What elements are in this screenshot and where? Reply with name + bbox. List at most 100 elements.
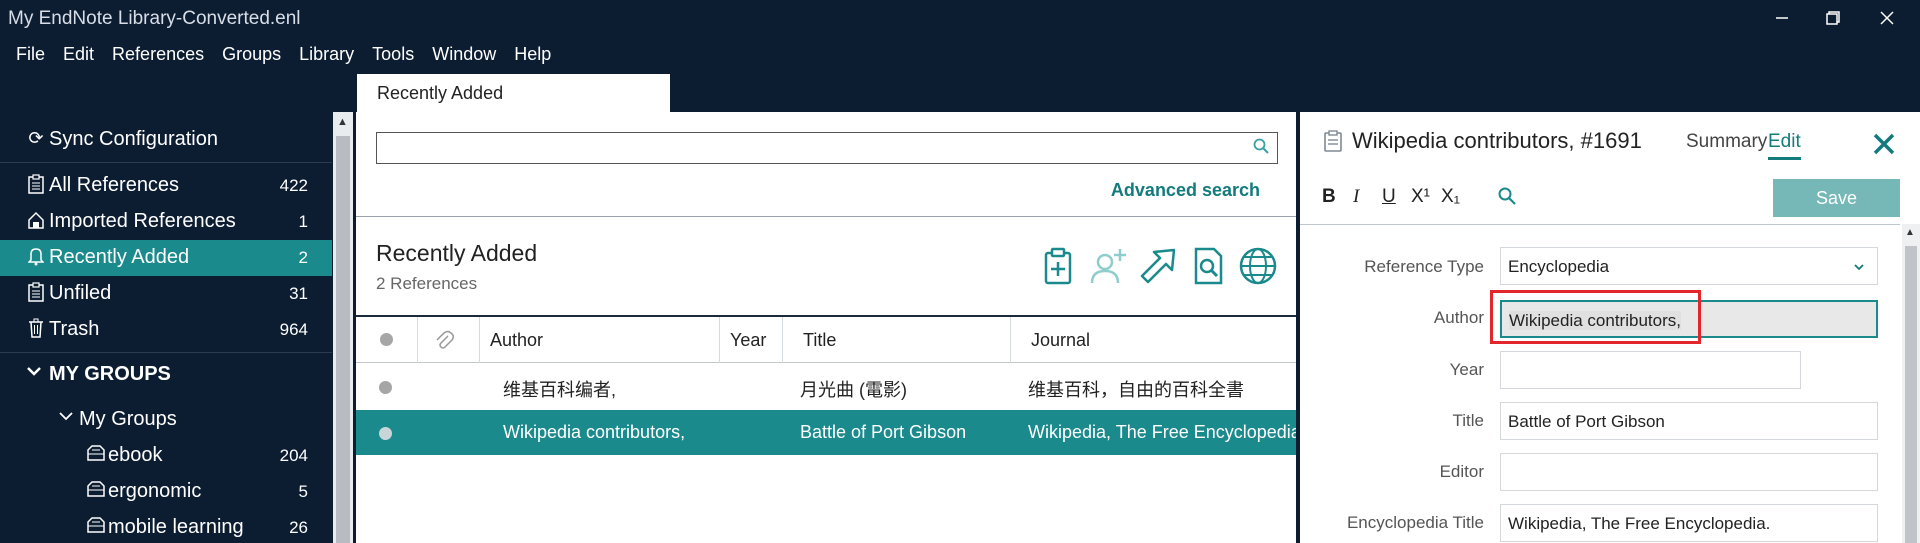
my-groups-header[interactable]: MY GROUPS xyxy=(0,357,332,393)
menu-bar: File Edit References Groups Library Tool… xyxy=(0,38,551,72)
minimize-icon xyxy=(1776,17,1788,19)
clipboard-icon xyxy=(26,174,46,196)
sidebar-item-recently-added[interactable]: Recently Added 2 xyxy=(0,240,332,276)
my-groups-subfolder[interactable]: My Groups xyxy=(0,402,332,438)
search-field[interactable] xyxy=(376,132,1278,164)
menu-window[interactable]: Window xyxy=(432,38,496,72)
clipboard-icon xyxy=(26,282,46,304)
list-title: Recently Added xyxy=(376,240,538,266)
unread-dot-icon xyxy=(379,381,392,394)
tab-summary[interactable]: Summary xyxy=(1686,131,1767,153)
chevron-down-icon xyxy=(24,363,44,385)
restore-icon xyxy=(1826,11,1840,25)
add-author-button[interactable] xyxy=(1088,246,1128,286)
editor-header: Wikipedia contributors, #1691 Summary Ed… xyxy=(1300,112,1920,224)
column-journal[interactable]: Journal xyxy=(1011,317,1298,363)
find-full-text-button[interactable] xyxy=(1188,246,1228,286)
close-icon xyxy=(1873,133,1895,155)
save-button[interactable]: Save xyxy=(1773,179,1900,217)
row-journal: 维基百科，自由的百科全書 xyxy=(1028,380,1244,400)
column-attachment[interactable] xyxy=(418,317,480,363)
menu-file[interactable]: File xyxy=(16,38,45,72)
group-icon xyxy=(86,516,106,538)
editor-field[interactable] xyxy=(1500,453,1878,491)
unread-dot-icon xyxy=(379,427,392,440)
sidebar-item-count: 2 xyxy=(298,248,308,267)
sidebar-item-unfiled[interactable]: Unfiled 31 xyxy=(0,276,332,312)
italic-button[interactable]: I xyxy=(1353,186,1359,208)
subscript-button[interactable]: X₁ xyxy=(1441,186,1460,208)
editor-title: Wikipedia contributors, #1691 xyxy=(1352,128,1642,153)
sidebar-item-count: 422 xyxy=(279,176,308,195)
bell-icon xyxy=(26,246,46,268)
menu-library[interactable]: Library xyxy=(299,38,354,72)
clipboard-icon xyxy=(1324,130,1342,158)
field-label-reference-type: Reference Type xyxy=(1364,257,1484,276)
online-search-button[interactable] xyxy=(1238,246,1278,286)
sidebar-item-count: 5 xyxy=(298,482,308,501)
year-field[interactable] xyxy=(1500,351,1801,389)
field-label-title: Title xyxy=(1452,411,1485,430)
list-toolbar xyxy=(1038,246,1278,286)
scrollbar-thumb[interactable] xyxy=(1905,246,1917,543)
scroll-up-icon[interactable]: ▲ xyxy=(1905,227,1915,238)
find-in-reference-button[interactable] xyxy=(1498,187,1516,210)
restore-button[interactable] xyxy=(1810,4,1856,34)
editor-scrollbar[interactable]: ▲ xyxy=(1902,224,1920,543)
table-row[interactable]: 维基百科编者, 月光曲 (電影) 维基百科，自由的百科全書 xyxy=(356,364,1298,409)
sidebar: ⟳ Sync Configuration All References 422 … xyxy=(0,112,332,543)
sidebar-item-count: 964 xyxy=(279,320,308,339)
search-icon[interactable] xyxy=(1253,138,1269,159)
tab-recently-added[interactable]: Recently Added xyxy=(357,74,670,112)
my-groups-label: MY GROUPS xyxy=(49,363,171,385)
field-label-encyclopedia-title: Encyclopedia Title xyxy=(1346,513,1484,532)
menu-edit[interactable]: Edit xyxy=(63,38,94,72)
reference-type-select[interactable]: Encyclopedia xyxy=(1500,247,1878,285)
column-author[interactable]: Author xyxy=(480,317,720,363)
sidebar-item-all-references[interactable]: All References 422 xyxy=(0,168,332,204)
superscript-button[interactable]: X¹ xyxy=(1411,186,1430,208)
search-input[interactable] xyxy=(377,133,1237,163)
minimize-button[interactable] xyxy=(1759,4,1805,34)
sidebar-group-ergonomic[interactable]: ergonomic 5 xyxy=(0,474,332,510)
encyclopedia-title-field[interactable]: Wikipedia, The Free Encyclopedia. xyxy=(1500,504,1878,542)
scrollbar-thumb[interactable] xyxy=(336,136,350,543)
read-status-icon xyxy=(380,333,393,346)
add-user-icon xyxy=(1090,249,1126,284)
row-journal: Wikipedia, The Free Encyclopedia. xyxy=(1028,422,1298,442)
tab-edit[interactable]: Edit xyxy=(1768,131,1801,160)
sidebar-item-label: Sync Configuration xyxy=(49,128,218,150)
menu-references[interactable]: References xyxy=(112,38,204,72)
sidebar-group-mobile-learning[interactable]: mobile learning 26 xyxy=(0,510,332,543)
sidebar-item-imported-references[interactable]: Imported References 1 xyxy=(0,204,332,240)
title-field[interactable]: Battle of Port Gibson xyxy=(1500,402,1878,440)
close-icon xyxy=(1880,11,1894,25)
sidebar-group-ebook[interactable]: ebook 204 xyxy=(0,438,332,474)
clipboard-add-icon xyxy=(1044,247,1072,285)
sidebar-item-count: 1 xyxy=(298,212,308,231)
sidebar-item-trash[interactable]: Trash 964 xyxy=(0,312,332,348)
sidebar-item-count: 204 xyxy=(279,446,308,465)
column-year[interactable]: Year xyxy=(720,317,783,363)
row-author: 维基百科编者, xyxy=(503,380,617,400)
row-author: Wikipedia contributors, xyxy=(503,422,686,442)
title-bar: My EndNote Library-Converted.enl xyxy=(0,0,1920,38)
advanced-search-link[interactable]: Advanced search xyxy=(1111,180,1260,201)
bold-button[interactable]: B xyxy=(1322,186,1336,208)
reference-count: 2 References xyxy=(376,274,478,293)
scroll-up-icon[interactable]: ▲ xyxy=(337,116,348,128)
sidebar-sync-configuration[interactable]: ⟳ Sync Configuration xyxy=(0,122,332,158)
divider xyxy=(356,216,1298,217)
column-read-status[interactable] xyxy=(356,317,418,363)
new-reference-button[interactable] xyxy=(1038,246,1078,286)
menu-help[interactable]: Help xyxy=(514,38,551,72)
close-editor-button[interactable] xyxy=(1872,122,1896,165)
menu-tools[interactable]: Tools xyxy=(372,38,414,72)
share-button[interactable] xyxy=(1138,246,1178,286)
sidebar-scrollbar[interactable]: ▲ xyxy=(333,112,353,543)
underline-button[interactable]: U xyxy=(1382,186,1396,208)
column-title[interactable]: Title xyxy=(783,317,1011,363)
table-row[interactable]: Wikipedia contributors, Battle of Port G… xyxy=(356,410,1298,455)
menu-groups[interactable]: Groups xyxy=(222,38,281,72)
close-window-button[interactable] xyxy=(1864,4,1910,34)
